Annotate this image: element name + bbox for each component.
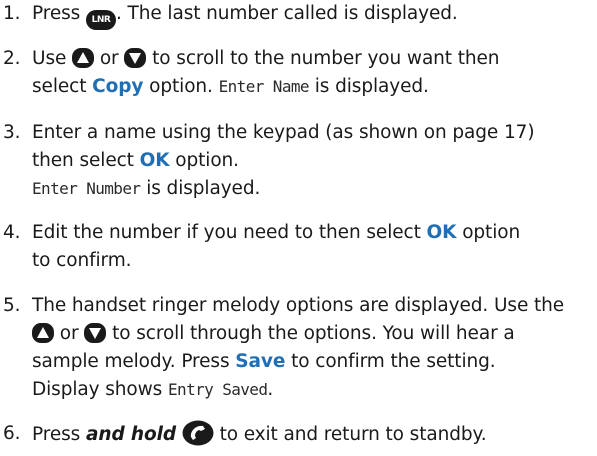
step-text: to confirm the setting.	[291, 351, 496, 372]
emphasis-text: and hold	[85, 424, 176, 445]
step-text: is displayed.	[146, 178, 261, 199]
step-text: option.	[149, 76, 213, 97]
step-text: to scroll to the number you want then	[152, 48, 500, 69]
step-text: Press	[32, 424, 81, 445]
ok-option-label: OK	[426, 222, 457, 243]
step-number: 1.	[3, 3, 21, 24]
step-number: 6.	[3, 423, 21, 444]
ok-option-label: OK	[139, 150, 170, 171]
step-text: Enter a name using the keypad (as shown …	[32, 122, 535, 143]
step-text: option	[462, 222, 521, 243]
step-text: Use	[32, 48, 67, 69]
step-text: . The last number called is displayed.	[115, 3, 458, 24]
copy-option-label: Copy	[92, 76, 144, 97]
step-text: sample melody. Press	[32, 351, 230, 372]
step-text: Edit the number if you need to then sele…	[32, 222, 421, 243]
display-text: Entry Saved	[168, 380, 268, 399]
step-text: to confirm.	[32, 250, 132, 271]
step-text: Press	[32, 3, 81, 24]
step-text: is displayed.	[314, 76, 429, 97]
up-arrow-icon	[72, 48, 95, 68]
step-text: .	[267, 379, 274, 400]
step-text: then select	[32, 150, 134, 171]
step-number: 3.	[3, 122, 21, 143]
step-text: The handset ringer melody options are di…	[32, 295, 565, 316]
lnr-key-icon: LNR	[85, 10, 116, 30]
up-arrow-icon	[32, 323, 54, 343]
step-text: Display shows	[32, 379, 163, 400]
instruction-page: 1. Press LNR. The last number called is …	[0, 0, 597, 456]
step-number: 2.	[3, 48, 21, 69]
down-arrow-icon	[124, 48, 147, 68]
step-number: 4.	[3, 222, 21, 243]
end-call-icon	[182, 420, 214, 446]
step-text: to exit and return to standby.	[219, 424, 487, 445]
display-text: Enter Name	[218, 77, 310, 96]
step-text: select	[32, 76, 87, 97]
step-text: or	[59, 323, 79, 344]
step-text: to scroll through the options. You will …	[112, 323, 515, 344]
step-number: 5.	[3, 295, 21, 316]
display-text: Enter Number	[32, 179, 141, 198]
save-option-label: Save	[235, 351, 286, 372]
step-text: option.	[175, 150, 239, 171]
step-text: or	[99, 48, 119, 69]
down-arrow-icon	[84, 323, 107, 343]
